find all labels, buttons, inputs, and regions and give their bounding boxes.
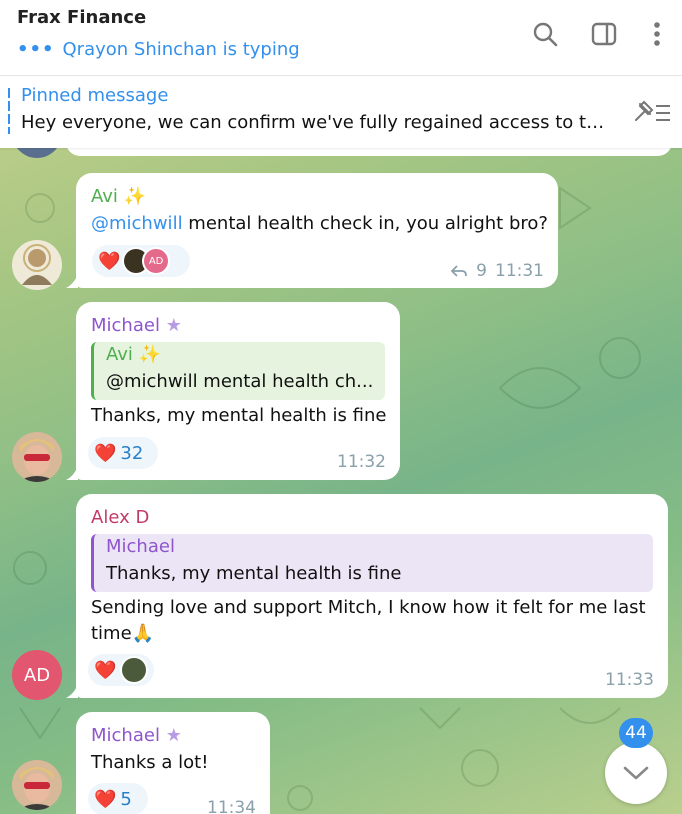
message-text: Thanks a lot!	[91, 752, 209, 773]
bubble-tail	[66, 684, 78, 698]
chat-header: Frax Finance ••• Qrayon Shinchan is typi…	[0, 0, 682, 76]
message-time: 11:33	[605, 670, 654, 690]
reply-preview[interactable]: Avi ✨ @michwill mental health ch...	[91, 342, 385, 400]
reply-sender: Avi ✨	[106, 344, 162, 365]
mention-link[interactable]: @michwill	[91, 213, 183, 234]
typing-indicator: ••• Qrayon Shinchan is typing	[17, 39, 300, 60]
reply-sender: Michael	[106, 536, 175, 557]
reaction-heart[interactable]: ❤️	[88, 654, 154, 686]
reactor-avatar	[120, 656, 148, 684]
message-text: Sending love and support Mitch, I know h…	[91, 597, 646, 618]
alex-avatar[interactable]: AD	[12, 650, 62, 700]
message-bubble-michael-1[interactable]: Michael ★ Avi ✨ @michwill mental health …	[76, 302, 400, 480]
michael-avatar[interactable]	[12, 760, 62, 810]
reaction-count: 5	[120, 788, 132, 810]
unread-count-badge: 44	[619, 718, 653, 748]
heart-icon: ❤️	[94, 788, 117, 810]
sender-name[interactable]: Michael ★	[91, 315, 182, 336]
search-icon[interactable]	[531, 20, 559, 48]
message-meta: 11:32	[337, 452, 386, 472]
reply-count-icon	[450, 265, 468, 277]
pray-emoji-icon: 🙏	[131, 623, 155, 644]
message-time: 11:34	[207, 798, 256, 814]
sender-name[interactable]: Michael ★	[91, 725, 182, 746]
bubble-tail	[66, 274, 78, 288]
heart-icon: ❤️	[98, 250, 121, 272]
heart-icon: ❤️	[94, 442, 117, 464]
more-menu-icon[interactable]	[643, 20, 671, 48]
reaction-count: 32	[120, 442, 144, 464]
sender-name[interactable]: Alex D	[91, 507, 149, 528]
message-bubble-michael-2[interactable]: Michael ★ Thanks a lot! ❤️ 5 11:34	[76, 712, 270, 814]
message-meta: 9 11:31	[450, 261, 544, 281]
sparkles-emoji-icon: ✨	[123, 186, 147, 207]
message-time: 11:32	[337, 452, 386, 472]
message-meta: 11:33	[605, 670, 654, 690]
pin-list-icon[interactable]	[630, 98, 672, 126]
reactor-avatar-initials: AD	[142, 247, 170, 275]
star-icon: ★	[165, 725, 182, 746]
scroll-to-bottom-button[interactable]	[605, 742, 667, 804]
chat-title[interactable]: Frax Finance	[17, 7, 146, 28]
reply-text: Thanks, my mental health is fine	[106, 563, 402, 584]
message-bubble-alex[interactable]: Alex D Michael Thanks, my mental health …	[76, 494, 668, 698]
sparkles-emoji-icon: ✨	[138, 344, 162, 365]
heart-icon: ❤️	[94, 659, 117, 681]
message-time: 11:31	[495, 261, 544, 281]
reply-text: @michwill mental health ch...	[106, 371, 374, 392]
message-text: @michwill mental health check in, you al…	[91, 213, 548, 234]
message-bubble-avi[interactable]: Avi ✨ @michwill mental health check in, …	[76, 173, 558, 288]
message-text: Thanks, my mental health is fine	[91, 405, 387, 426]
reaction-heart[interactable]: ❤️ 32	[88, 437, 158, 469]
pinned-indicator	[8, 88, 10, 134]
reaction-heart[interactable]: ❤️ AD	[92, 245, 190, 277]
avi-avatar[interactable]	[12, 240, 62, 290]
pinned-title: Pinned message	[21, 85, 169, 106]
message-meta: 11:34	[207, 798, 256, 814]
reply-count[interactable]: 9	[476, 261, 487, 281]
message-text-line2: time🙏	[91, 623, 155, 644]
typing-dots: •••	[17, 39, 55, 60]
pinned-text: Hey everyone, we can confirm we've fully…	[21, 112, 606, 133]
pinned-message-bar[interactable]: Pinned message Hey everyone, we can conf…	[0, 76, 682, 148]
chevron-down-icon	[623, 766, 649, 780]
typing-text: Qrayon Shinchan is typing	[62, 39, 300, 60]
sidebar-toggle-icon[interactable]	[590, 20, 618, 48]
michael-avatar[interactable]	[12, 432, 62, 482]
star-icon: ★	[165, 315, 182, 336]
reaction-heart[interactable]: ❤️ 5	[88, 783, 148, 814]
sender-name[interactable]: Avi ✨	[91, 186, 146, 207]
bubble-tail	[66, 466, 78, 480]
reply-preview[interactable]: Michael Thanks, my mental health is fine	[91, 534, 653, 592]
